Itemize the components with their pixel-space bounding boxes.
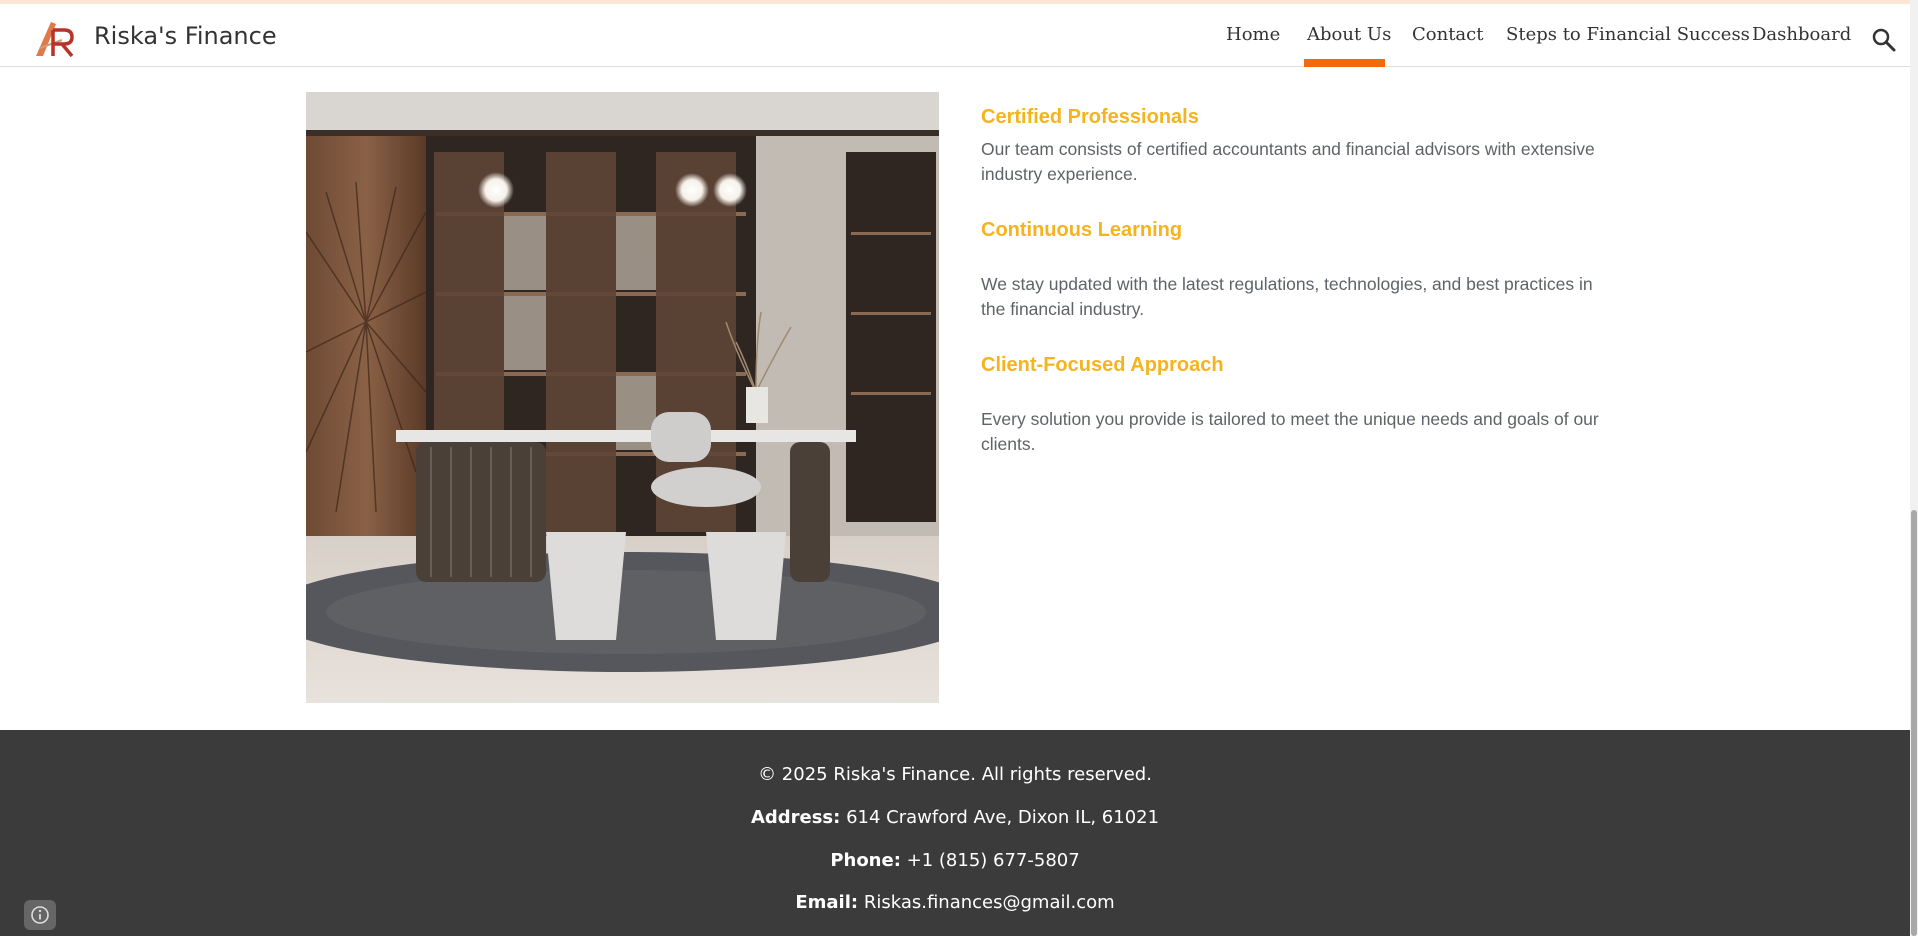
nav-steps-to-financial-success[interactable]: Steps to Financial Success (1506, 24, 1750, 45)
site-footer: © 2025 Riska's Finance. All rights reser… (0, 730, 1910, 936)
nav-dashboard[interactable]: Dashboard (1752, 24, 1851, 45)
footer-phone-value: +1 (815) 677-5807 (906, 850, 1080, 871)
footer-address-label: Address: (750, 807, 841, 828)
footer-address: Address: 614 Crawford Ave, Dixon IL, 610… (0, 807, 1910, 828)
footer-email-label: Email: (795, 892, 859, 913)
footer-phone-label: Phone: (830, 850, 901, 871)
footer-email-value[interactable]: Riskas.finances@gmail.com (864, 892, 1115, 913)
info-button[interactable] (24, 900, 56, 930)
footer-address-value: 614 Crawford Ave, Dixon IL, 61021 (846, 807, 1160, 828)
info-icon (31, 906, 49, 924)
feature-title-certified-professionals: Certified Professionals (981, 106, 1199, 128)
nav-contact[interactable]: Contact (1412, 24, 1483, 45)
site-header: Riska's Finance Home About Us Contact St… (0, 4, 1910, 67)
scrollbar-thumb[interactable] (1911, 510, 1917, 936)
site-title[interactable]: Riska's Finance (94, 22, 277, 50)
footer-phone: Phone: +1 (815) 677-5807 (0, 850, 1910, 871)
footer-email: Email: Riskas.finances@gmail.com (0, 892, 1910, 913)
active-nav-indicator (1304, 59, 1385, 67)
nav-about-us[interactable]: About Us (1307, 24, 1391, 45)
office-interior-image (306, 92, 939, 703)
nav-home[interactable]: Home (1226, 24, 1280, 45)
feature-title-client-focused-approach: Client-Focused Approach (981, 354, 1224, 376)
feature-desc-client-focused-approach: Every solution you provide is tailored t… (981, 409, 1599, 454)
site-logo[interactable] (34, 18, 76, 58)
search-icon[interactable] (1870, 26, 1898, 54)
footer-copyright: © 2025 Riska's Finance. All rights reser… (758, 764, 1152, 785)
feature-desc-continuous-learning: We stay updated with the latest regulati… (981, 274, 1593, 319)
feature-title-continuous-learning: Continuous Learning (981, 219, 1183, 241)
feature-desc-certified-professionals: Our team consists of certified accountan… (981, 139, 1595, 184)
